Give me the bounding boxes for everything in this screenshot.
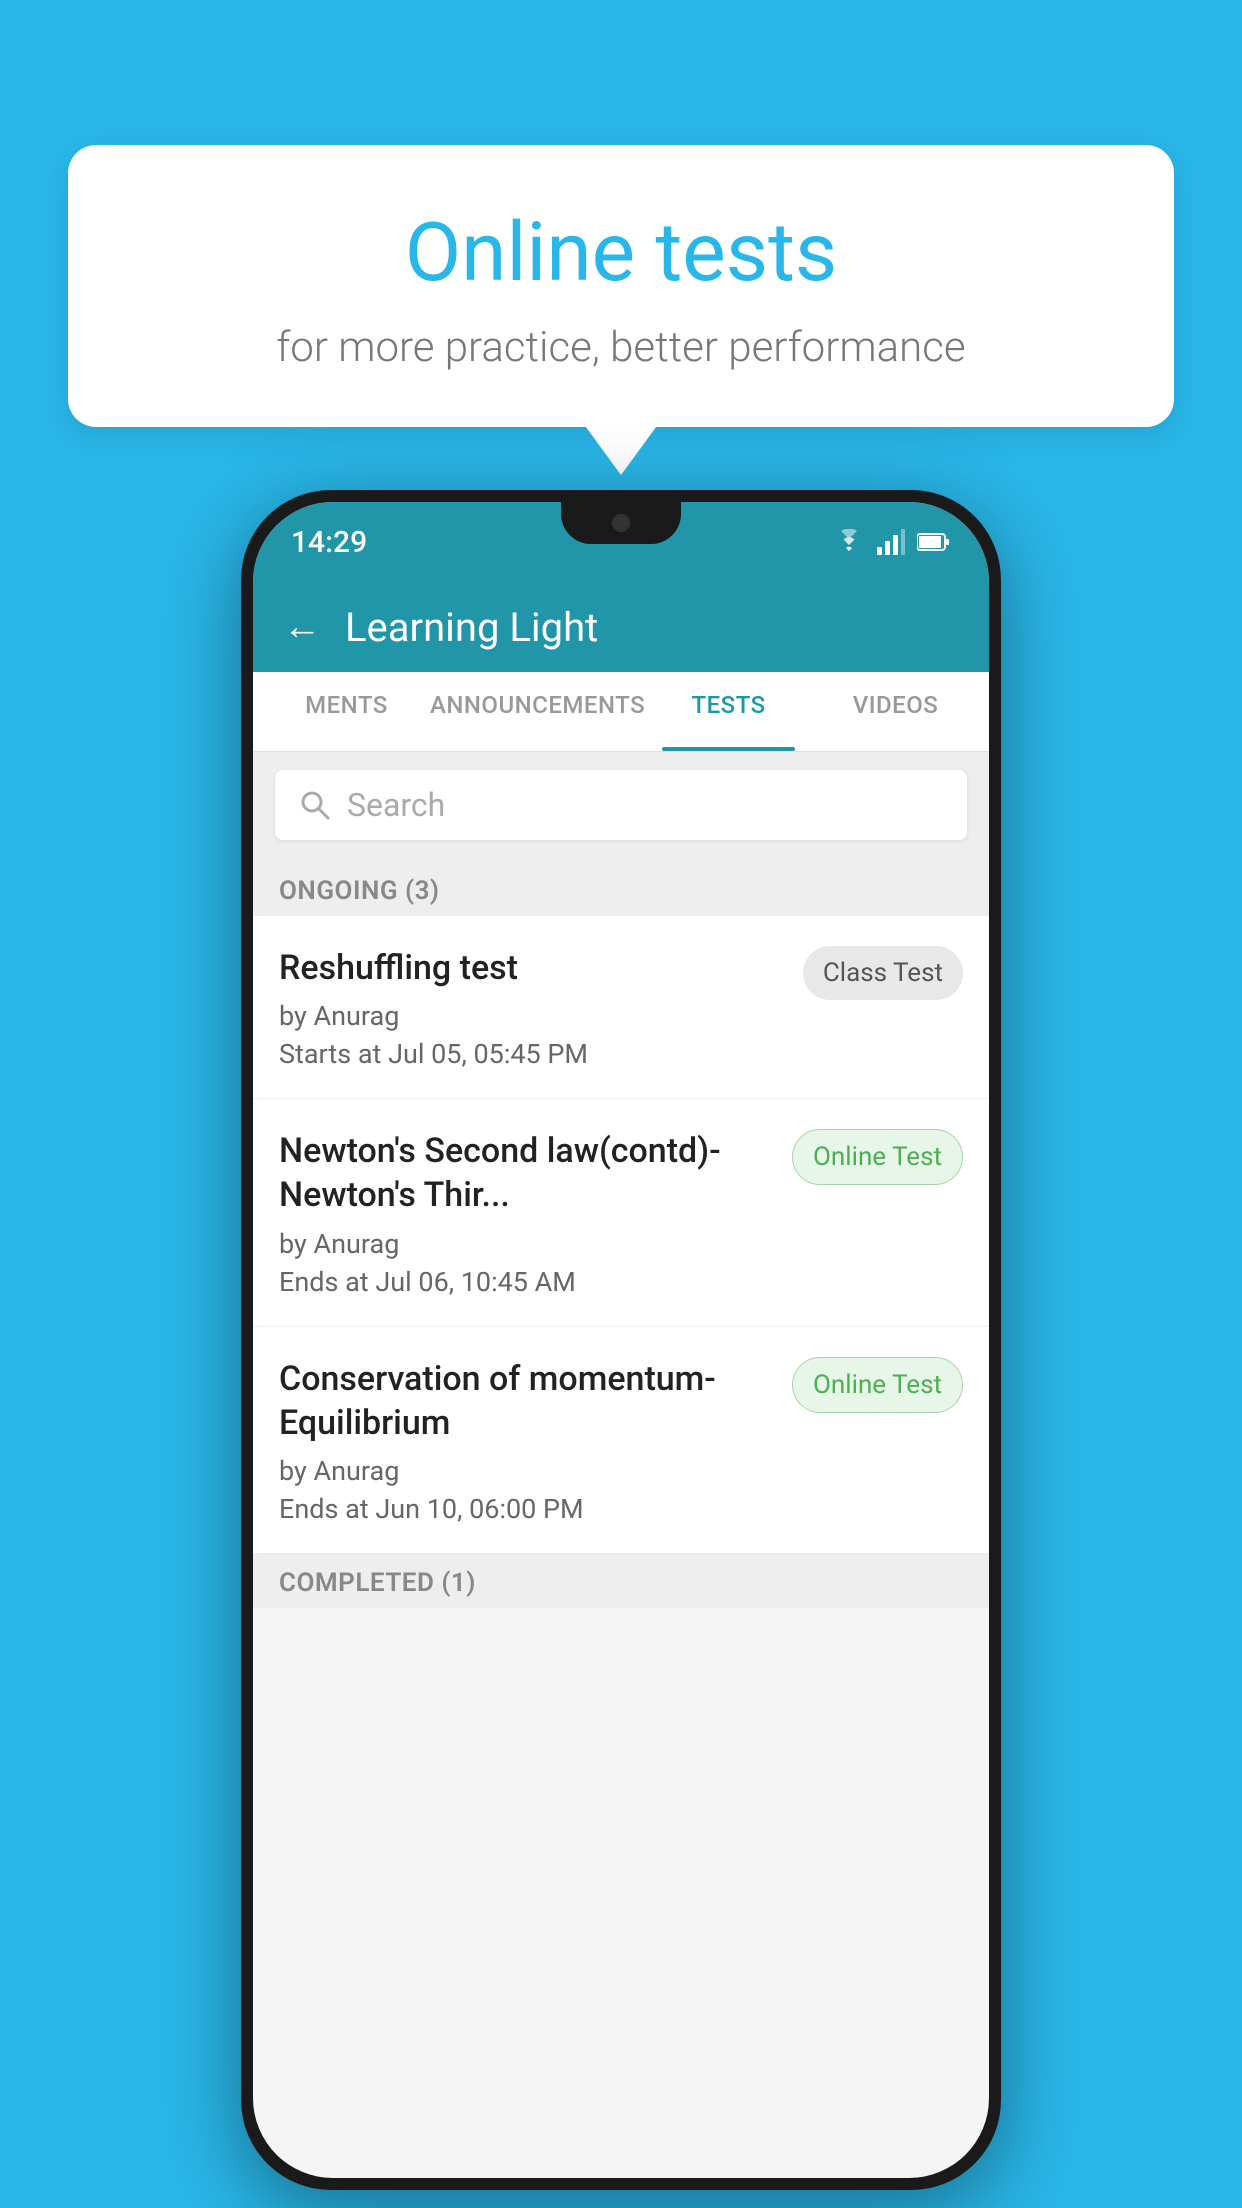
test-item[interactable]: Conservation of momentum-Equilibrium by … bbox=[253, 1327, 989, 1554]
test-author-2: by Anurag bbox=[279, 1228, 772, 1260]
status-bar: 14:29 bbox=[253, 502, 989, 582]
signal-icon bbox=[877, 529, 905, 555]
bubble-subtitle: for more practice, better performance bbox=[138, 323, 1104, 372]
badge-online-test-3: Online Test bbox=[792, 1357, 963, 1413]
search-input-wrapper[interactable]: Search bbox=[275, 770, 967, 840]
wifi-icon bbox=[833, 529, 865, 555]
test-name-1: Reshuffling test bbox=[279, 946, 783, 990]
test-list: Reshuffling test by Anurag Starts at Jul… bbox=[253, 916, 989, 1554]
back-button[interactable]: ← bbox=[283, 605, 321, 649]
test-time-3: Ends at Jun 10, 06:00 PM bbox=[279, 1493, 772, 1525]
app-title: Learning Light bbox=[345, 604, 598, 651]
test-info-1: Reshuffling test by Anurag Starts at Jul… bbox=[279, 946, 803, 1070]
test-time-2: Ends at Jul 06, 10:45 AM bbox=[279, 1266, 772, 1298]
phone-frame: 14:29 bbox=[241, 490, 1001, 2190]
test-name-3: Conservation of momentum-Equilibrium bbox=[279, 1357, 772, 1445]
status-time: 14:29 bbox=[291, 525, 367, 560]
phone-inner: 14:29 bbox=[253, 502, 989, 2178]
battery-icon bbox=[917, 532, 951, 552]
status-icons bbox=[833, 529, 951, 555]
badge-online-test-2: Online Test bbox=[792, 1129, 963, 1185]
search-icon bbox=[299, 789, 331, 821]
completed-label: COMPLETED (1) bbox=[279, 1568, 476, 1598]
bubble-title: Online tests bbox=[138, 205, 1104, 301]
tabs-bar: MENTS ANNOUNCEMENTS TESTS VIDEOS bbox=[253, 672, 989, 752]
app-header: ← Learning Light bbox=[253, 582, 989, 672]
completed-section-header: COMPLETED (1) bbox=[253, 1554, 989, 1608]
test-info-2: Newton's Second law(contd)-Newton's Thir… bbox=[279, 1129, 792, 1297]
ongoing-label: ONGOING (3) bbox=[279, 876, 440, 906]
camera-dot bbox=[612, 514, 630, 532]
notch bbox=[561, 502, 681, 544]
test-info-3: Conservation of momentum-Equilibrium by … bbox=[279, 1357, 792, 1525]
test-author-3: by Anurag bbox=[279, 1455, 772, 1487]
tab-ments[interactable]: MENTS bbox=[263, 672, 430, 751]
badge-class-test-1: Class Test bbox=[803, 946, 963, 1000]
test-author-1: by Anurag bbox=[279, 1000, 783, 1032]
speech-bubble: Online tests for more practice, better p… bbox=[68, 145, 1174, 427]
test-item[interactable]: Reshuffling test by Anurag Starts at Jul… bbox=[253, 916, 989, 1099]
ongoing-section-header: ONGOING (3) bbox=[253, 858, 989, 916]
test-name-2: Newton's Second law(contd)-Newton's Thir… bbox=[279, 1129, 772, 1217]
test-item[interactable]: Newton's Second law(contd)-Newton's Thir… bbox=[253, 1099, 989, 1326]
search-bar-container: Search bbox=[253, 752, 989, 858]
search-placeholder: Search bbox=[347, 786, 445, 824]
test-time-1: Starts at Jul 05, 05:45 PM bbox=[279, 1038, 783, 1070]
tab-announcements[interactable]: ANNOUNCEMENTS bbox=[430, 672, 645, 751]
tab-tests[interactable]: TESTS bbox=[645, 672, 812, 751]
tab-videos[interactable]: VIDEOS bbox=[812, 672, 979, 751]
